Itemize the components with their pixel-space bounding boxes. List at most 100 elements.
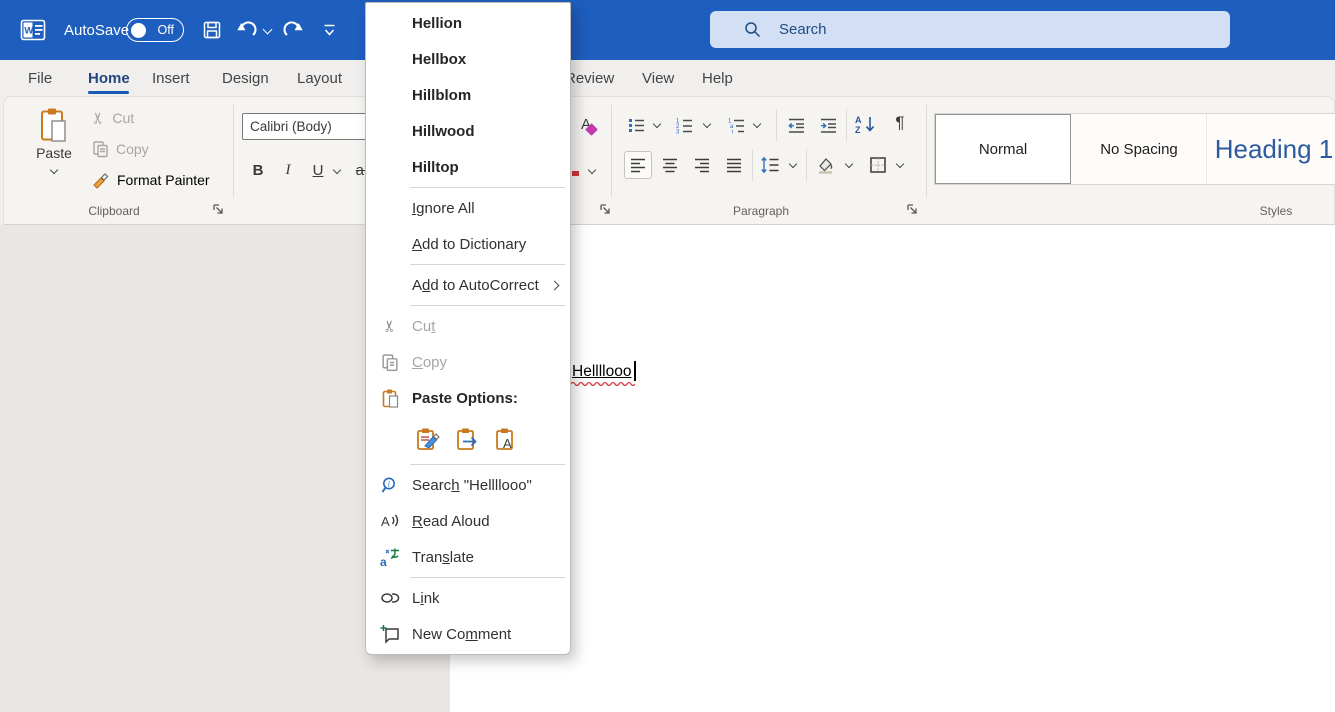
bullets-chevron-icon[interactable] xyxy=(653,120,661,128)
search-placeholder: Search xyxy=(779,21,827,38)
tab-insert[interactable]: Insert xyxy=(152,60,190,96)
svg-text:A: A xyxy=(855,115,862,125)
suggestion-item[interactable]: Hillwood xyxy=(366,113,570,149)
borders-chevron-icon[interactable] xyxy=(896,160,904,168)
multilevel-chevron-icon[interactable] xyxy=(753,120,761,128)
bullets-button[interactable] xyxy=(624,113,648,137)
italic-button[interactable]: I xyxy=(276,157,300,183)
align-left-button[interactable] xyxy=(624,151,652,179)
clear-formatting-button[interactable]: A xyxy=(574,111,598,137)
menu-separator xyxy=(410,187,565,188)
autosave-state: Off xyxy=(158,23,174,37)
scissors-icon: ✂ xyxy=(89,111,109,124)
menu-item-add-to-dictionary[interactable]: Add to Dictionary xyxy=(366,226,570,262)
align-center-button[interactable] xyxy=(658,153,682,177)
translate-icon: a xyxy=(379,547,401,567)
toggle-knob xyxy=(131,23,146,38)
menu-item-read-aloud[interactable]: A Read Aloud xyxy=(366,503,570,539)
shading-button[interactable] xyxy=(814,153,838,177)
pilcrow-button[interactable]: ¶ xyxy=(888,111,912,135)
suggestion-item[interactable]: Hellbox xyxy=(366,41,570,77)
menu-item-search[interactable]: i Search "Hellllooo" xyxy=(366,467,570,503)
paste-button[interactable]: Paste xyxy=(30,107,78,199)
svg-text:i: i xyxy=(732,129,733,135)
autosave-toggle[interactable]: Off xyxy=(126,18,184,42)
tab-layout[interactable]: Layout xyxy=(297,60,342,96)
redo-icon[interactable] xyxy=(282,19,304,41)
clipboard-dialog-launcher-icon[interactable] xyxy=(211,202,225,216)
style-normal[interactable]: Normal xyxy=(935,114,1071,184)
new-comment-icon xyxy=(379,624,401,644)
divider xyxy=(846,109,847,141)
tab-view[interactable]: View xyxy=(642,60,674,96)
paragraph-dialog-launcher-icon[interactable] xyxy=(905,202,919,216)
menu-item-add-to-autocorrect[interactable]: Add to AutoCorrect xyxy=(366,267,570,303)
search-icon xyxy=(744,21,761,38)
menu-item-new-comment[interactable]: New Comment xyxy=(366,616,570,652)
shading-chevron-icon[interactable] xyxy=(845,160,853,168)
suggestion-item[interactable]: Hillblom xyxy=(366,77,570,113)
text-caret xyxy=(634,361,636,381)
suggestion-item[interactable]: Hellion xyxy=(366,5,570,41)
divider xyxy=(806,149,807,181)
menu-item-translate[interactable]: a Translate xyxy=(366,539,570,575)
title-bar: W AutoSave Off xyxy=(0,0,1335,60)
numbering-button[interactable]: 123 xyxy=(672,113,696,137)
word-app-icon[interactable]: W xyxy=(20,17,46,43)
styles-gallery: Normal No Spacing Heading 1 xyxy=(934,113,1335,185)
menu-item-ignore-all[interactable]: Ignore All xyxy=(366,190,570,226)
group-divider xyxy=(926,105,927,197)
justify-button[interactable] xyxy=(722,153,746,177)
underline-button[interactable]: U xyxy=(306,157,330,183)
underline-dropdown-chevron-icon[interactable] xyxy=(333,166,341,174)
save-icon[interactable] xyxy=(202,20,222,40)
divider xyxy=(776,109,777,141)
decrease-indent-button[interactable] xyxy=(784,113,808,137)
font-name-combobox[interactable]: Calibri (Body) xyxy=(242,113,372,140)
copy-icon xyxy=(379,353,401,372)
menu-item-link[interactable]: Link xyxy=(366,580,570,616)
font-dialog-launcher-icon[interactable] xyxy=(598,202,612,216)
tab-file[interactable]: File xyxy=(28,60,52,96)
suggestion-item[interactable]: Hilltop xyxy=(366,149,570,185)
group-divider xyxy=(611,105,612,197)
quick-access-more-icon[interactable] xyxy=(322,22,337,38)
link-icon xyxy=(379,591,401,605)
submenu-arrow-icon xyxy=(550,280,560,290)
tab-review[interactable]: Review xyxy=(565,60,614,96)
undo-dropdown-chevron-icon[interactable] xyxy=(263,25,273,35)
line-spacing-chevron-icon[interactable] xyxy=(789,160,797,168)
increase-indent-button[interactable] xyxy=(816,113,840,137)
bold-button[interactable]: B xyxy=(246,157,270,183)
tab-design[interactable]: Design xyxy=(222,60,269,96)
scissors-icon: ✂ xyxy=(380,315,400,337)
numbering-chevron-icon[interactable] xyxy=(703,120,711,128)
search-input[interactable]: Search xyxy=(710,11,1230,48)
font-color-chevron-icon[interactable] xyxy=(588,166,596,174)
paste-label: Paste xyxy=(36,145,72,161)
document-text[interactable]: Hellllooo xyxy=(572,363,631,381)
clipboard-icon xyxy=(379,388,401,409)
spellcheck-context-menu: Hellion Hellbox Hillblom Hillwood Hillto… xyxy=(365,2,571,655)
multilevel-list-button[interactable]: 1ai xyxy=(724,113,748,137)
paste-keep-text-only-button[interactable]: A xyxy=(492,425,520,453)
sort-button[interactable]: A Z xyxy=(852,112,882,136)
document-page[interactable] xyxy=(450,225,1335,712)
format-painter-icon xyxy=(92,171,110,189)
style-no-spacing[interactable]: No Spacing xyxy=(1072,114,1207,184)
divider xyxy=(752,149,753,181)
spellcheck-squiggle xyxy=(571,381,635,386)
paste-merge-formatting-button[interactable] xyxy=(453,425,481,453)
undo-icon[interactable] xyxy=(236,19,258,41)
line-spacing-button[interactable] xyxy=(758,153,782,177)
menu-item-paste-options: Paste Options: xyxy=(366,380,570,416)
borders-button[interactable] xyxy=(866,153,890,177)
styles-group-label: Styles xyxy=(1226,204,1326,218)
ribbon: Paste ✂ Cut Copy Format Painter Clipboar… xyxy=(3,96,1335,225)
format-painter-button[interactable]: Format Painter xyxy=(92,167,210,193)
tab-help[interactable]: Help xyxy=(702,60,733,96)
style-heading-1[interactable]: Heading 1 xyxy=(1208,114,1335,184)
paste-keep-source-formatting-button[interactable] xyxy=(414,425,442,453)
align-right-button[interactable] xyxy=(690,153,714,177)
paragraph-group-label: Paragraph xyxy=(711,204,811,218)
